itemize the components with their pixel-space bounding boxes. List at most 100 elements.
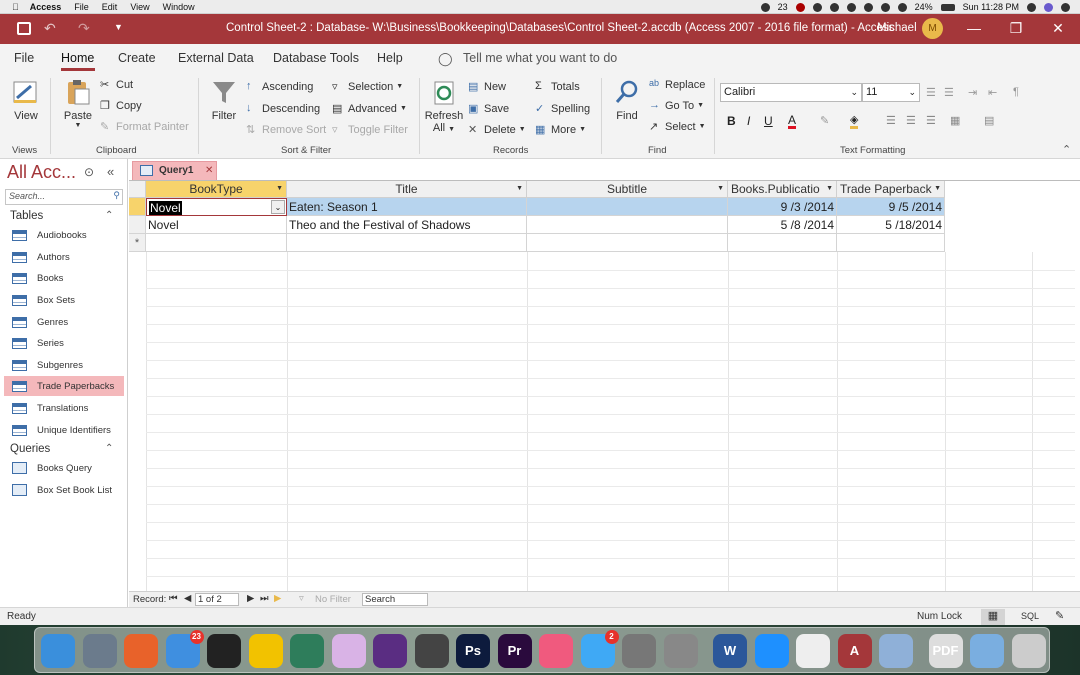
- column-header-publication[interactable]: Books.Publicatio ▼: [728, 181, 837, 198]
- next-record-icon[interactable]: ▶: [247, 593, 254, 604]
- column-header-title[interactable]: Title ▼: [287, 181, 527, 198]
- new-record-button[interactable]: ▤ New: [468, 80, 506, 94]
- collapse-ribbon-icon[interactable]: ⌃: [1062, 143, 1071, 156]
- close-tab-icon[interactable]: ✕: [205, 165, 213, 176]
- close-icon[interactable]: ✕: [1050, 20, 1066, 36]
- spotlight-icon[interactable]: [1027, 2, 1036, 12]
- new-row-cell[interactable]: [837, 234, 945, 252]
- table-cell[interactable]: Theo and the Festival of Shadows: [287, 216, 527, 234]
- stack-icon[interactable]: [290, 634, 324, 668]
- final-cut-icon[interactable]: [414, 634, 449, 668]
- premiere-icon[interactable]: Pr: [497, 634, 532, 668]
- goto-button[interactable]: → Go To ▼: [649, 99, 704, 112]
- record-search-input[interactable]: Search: [362, 593, 428, 606]
- table-cell[interactable]: [527, 216, 728, 234]
- preview-icon[interactable]: [879, 634, 913, 668]
- column-header-subtitle[interactable]: Subtitle ▼: [527, 181, 728, 198]
- paragraph-direction-icon[interactable]: ¶: [1013, 86, 1019, 98]
- avatar[interactable]: M: [922, 18, 943, 39]
- row-selector[interactable]: [129, 198, 146, 216]
- mail-icon[interactable]: 23: [165, 630, 204, 668]
- filter-button[interactable]: Filter: [206, 78, 242, 122]
- paste-button[interactable]: Paste ▼: [60, 78, 96, 129]
- nav-item-unique-identifiers[interactable]: Unique Identifiers: [4, 420, 124, 440]
- bold-button[interactable]: B: [727, 114, 736, 128]
- messages-icon[interactable]: 2: [580, 630, 619, 668]
- combo-dropdown-icon[interactable]: ⌄: [271, 200, 285, 214]
- nav-item-books[interactable]: Books: [4, 268, 124, 288]
- dropdown-icon[interactable]: ▼: [934, 181, 941, 197]
- font-size-select[interactable]: 11 ⌄: [862, 83, 920, 102]
- restore-icon[interactable]: ❐: [1008, 20, 1024, 36]
- tab-file[interactable]: File: [14, 51, 34, 65]
- word-icon[interactable]: W: [713, 634, 747, 668]
- scrivener-icon[interactable]: [207, 634, 241, 668]
- new-row-cell[interactable]: [146, 234, 287, 252]
- firefox-icon[interactable]: [124, 634, 158, 668]
- music-icon[interactable]: [539, 634, 573, 668]
- shutter-bar-icon[interactable]: «: [107, 164, 114, 179]
- finder-icon[interactable]: [41, 634, 75, 668]
- audio-icon[interactable]: [373, 634, 407, 668]
- collapse-queries-icon[interactable]: ⌃: [105, 443, 113, 454]
- save-record-button[interactable]: ▣ Save: [468, 102, 509, 116]
- nav-item-audiobooks[interactable]: Audiobooks: [4, 225, 124, 245]
- flower-icon[interactable]: [331, 634, 366, 668]
- nav-item-series[interactable]: Series: [4, 333, 124, 353]
- tab-database-tools[interactable]: Database Tools: [273, 51, 359, 65]
- dropdown-icon[interactable]: ▼: [516, 181, 523, 197]
- table-cell-booktype-active[interactable]: Novel ⌄: [146, 198, 287, 216]
- trash-icon[interactable]: [1011, 634, 1046, 668]
- app-menu[interactable]: Access: [30, 2, 62, 12]
- italic-button[interactable]: I: [747, 114, 750, 128]
- collapse-tables-icon[interactable]: ⌃: [105, 210, 113, 221]
- indent-icon[interactable]: ⇥: [968, 86, 977, 99]
- cloud-icon[interactable]: [812, 2, 822, 12]
- folder-icon[interactable]: [970, 634, 1004, 668]
- minimize-icon[interactable]: —: [966, 20, 982, 36]
- align-center-icon[interactable]: ☰: [906, 114, 916, 127]
- remove-sort-button[interactable]: ⇅ Remove Sort: [246, 123, 326, 137]
- last-record-icon[interactable]: ⏭: [260, 593, 269, 604]
- design-view-icon[interactable]: ✎: [1055, 609, 1064, 622]
- table-cell[interactable]: Eaten: Season 1: [287, 198, 527, 216]
- notification-icon[interactable]: [760, 2, 770, 12]
- copy-button[interactable]: ❐ Copy: [100, 99, 142, 113]
- previous-record-icon[interactable]: ◀: [184, 593, 191, 604]
- new-row-cell[interactable]: [728, 234, 837, 252]
- status-icon[interactable]: [795, 2, 805, 12]
- launchpad-icon[interactable]: [82, 634, 117, 668]
- menu-edit[interactable]: Edit: [102, 2, 118, 12]
- record-position-input[interactable]: 1 of 2: [195, 593, 239, 606]
- nav-item-translations[interactable]: Translations: [4, 398, 124, 418]
- new-row-cell[interactable]: [527, 234, 728, 252]
- table-cell[interactable]: 5 /18/2014: [837, 216, 945, 234]
- align-right-icon[interactable]: ☰: [926, 114, 936, 127]
- tables-section-header[interactable]: Tables: [10, 210, 43, 222]
- view-button[interactable]: View: [8, 78, 44, 122]
- bluetooth-icon[interactable]: [863, 2, 873, 12]
- nav-item-subgenres[interactable]: Subgenres: [4, 355, 124, 375]
- tab-external-data[interactable]: External Data: [178, 51, 254, 65]
- time-machine-icon[interactable]: [846, 2, 856, 12]
- menu-file[interactable]: File: [74, 2, 89, 12]
- table-cell[interactable]: [527, 198, 728, 216]
- column-header-booktype[interactable]: BookType ▼: [146, 181, 287, 198]
- no-filter-icon[interactable]: ▿: [299, 593, 304, 604]
- save-icon[interactable]: [17, 22, 31, 35]
- tab-home[interactable]: Home: [61, 51, 94, 65]
- select-all-corner[interactable]: [129, 181, 146, 198]
- volume-icon[interactable]: [897, 2, 907, 12]
- booktype-value[interactable]: Novel: [149, 201, 182, 215]
- tes-icon[interactable]: [248, 634, 283, 668]
- highlight-icon[interactable]: ✎: [820, 114, 829, 127]
- descending-button[interactable]: ↓ Descending: [246, 102, 320, 115]
- table-cell[interactable]: Novel: [146, 216, 287, 234]
- document-tab-query1[interactable]: Query1 ✕: [132, 161, 217, 180]
- menu-window[interactable]: Window: [163, 2, 195, 12]
- new-record-nav-icon[interactable]: ▶: [274, 593, 281, 604]
- wifi-icon[interactable]: [880, 2, 890, 12]
- advanced-button[interactable]: ▤ Advanced ▼: [332, 102, 407, 116]
- undo-icon[interactable]: ↶: [44, 20, 56, 37]
- tab-create[interactable]: Create: [118, 51, 156, 65]
